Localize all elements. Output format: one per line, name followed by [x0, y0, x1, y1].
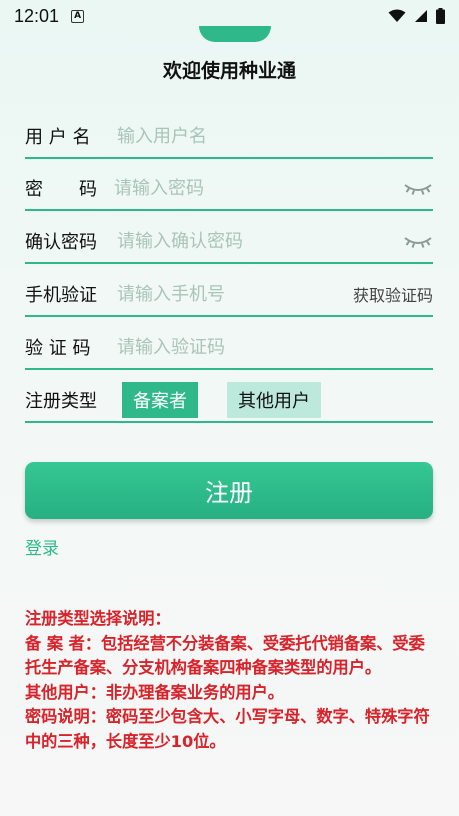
reg-type-other-option[interactable]: 其他用户	[227, 382, 321, 418]
signal-icon	[415, 10, 427, 22]
phone-input[interactable]	[117, 283, 353, 305]
notes-heading: 注册类型选择说明：	[25, 609, 171, 628]
get-code-button[interactable]: 获取验证码	[353, 282, 433, 306]
confirm-password-label: 确认密码	[25, 232, 97, 253]
username-row: 用 户 名	[25, 115, 433, 159]
password-label: 密 码	[25, 179, 97, 200]
eye-closed-icon[interactable]	[403, 179, 433, 197]
registration-notes: 注册类型选择说明： 备 案 者：包括经营不分装备案、受委托代销备案、受委托生产备…	[25, 607, 437, 754]
eye-closed-icon[interactable]	[403, 232, 433, 250]
status-icons	[388, 8, 445, 24]
reg-type-row: 注册类型 备案者 其他用户	[25, 379, 433, 423]
notes-other: 其他用户：非办理备案业务的用户。	[25, 682, 284, 702]
status-time: 12:01	[14, 5, 60, 26]
reg-type-filer-option[interactable]: 备案者	[122, 382, 198, 418]
username-label: 用 户 名	[25, 127, 91, 148]
wifi-icon	[388, 9, 406, 22]
confirm-password-row: 确认密码	[25, 220, 433, 264]
notes-password: 密码说明：密码至少包含大、小写字母、数字、特殊字符中的三种，长度至少10位。	[25, 707, 430, 751]
code-input[interactable]	[117, 336, 433, 358]
phone-label: 手机验证	[25, 285, 97, 306]
password-row: 密 码	[25, 167, 433, 211]
battery-icon	[436, 8, 445, 24]
confirm-password-input[interactable]	[117, 230, 403, 252]
code-row: 验 证 码	[25, 326, 433, 370]
register-button[interactable]: 注册	[25, 462, 433, 519]
page-title: 欢迎使用种业通	[162, 60, 296, 82]
notes-filer: 备 案 者：包括经营不分装备案、受委托代销备案、受委托生产备案、分支机构备案四种…	[25, 633, 425, 678]
phone-row: 手机验证 获取验证码	[25, 273, 433, 317]
reg-type-label: 注册类型	[25, 391, 97, 412]
username-input[interactable]	[117, 125, 433, 147]
app-logo	[199, 26, 271, 42]
a-icon: A	[71, 9, 85, 23]
password-input[interactable]	[114, 177, 403, 199]
code-label: 验 证 码	[25, 338, 91, 359]
login-link[interactable]: 登录	[25, 534, 59, 559]
